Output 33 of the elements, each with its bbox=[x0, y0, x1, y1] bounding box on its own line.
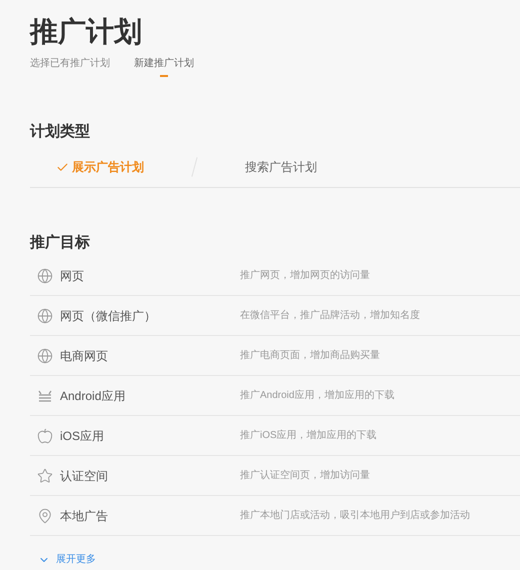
goal-row[interactable]: 认证空间 推广认证空间页，增加访问量 bbox=[30, 456, 520, 496]
goal-label: 网页 bbox=[60, 268, 85, 284]
goal-label: 电商网页 bbox=[60, 348, 109, 364]
goal-description: 推广本地门店或活动，吸引本地用户到店或参加活动 bbox=[240, 508, 470, 523]
plan-type-option[interactable]: 搜索广告计划 bbox=[245, 158, 317, 176]
goal-row[interactable]: iOS应用 推广iOS应用，增加应用的下载 bbox=[30, 416, 520, 456]
apple-icon bbox=[37, 428, 53, 444]
section-heading: 计划类型 bbox=[30, 122, 91, 142]
goal-description: 推广iOS应用，增加应用的下载 bbox=[240, 428, 377, 443]
section-heading: 推广目标 bbox=[30, 232, 91, 252]
globe-icon bbox=[37, 268, 53, 284]
goal-row[interactable]: 网页（微信推广） 在微信平台，推广品牌活动，增加知名度 bbox=[30, 296, 520, 336]
tab[interactable]: 新建推广计划 bbox=[134, 56, 194, 77]
star-icon bbox=[37, 468, 53, 484]
goal-row[interactable]: 电商网页 推广电商页面，增加商品购买量 bbox=[30, 336, 520, 376]
goal-label: 认证空间 bbox=[60, 468, 109, 484]
globe-icon bbox=[37, 308, 53, 324]
goal-row[interactable]: 网页 推广网页，增加网页的访问量 bbox=[30, 256, 520, 296]
goal-label: iOS应用 bbox=[60, 428, 106, 444]
check-icon bbox=[56, 160, 69, 174]
globe-icon bbox=[37, 348, 53, 364]
goal-row[interactable]: 本地广告 推广本地门店或活动，吸引本地用户到店或参加活动 bbox=[30, 496, 520, 536]
goal-row[interactable]: Android应用 推广Android应用，增加应用的下载 bbox=[30, 376, 520, 416]
goal-description: 推广网页，增加网页的访问量 bbox=[240, 268, 370, 283]
goal-label: 本地广告 bbox=[60, 508, 109, 524]
goal-description: 在微信平台，推广品牌活动，增加知名度 bbox=[240, 308, 420, 323]
goal-description: 推广认证空间页，增加访问量 bbox=[240, 468, 370, 483]
goal-label: 网页（微信推广） bbox=[60, 308, 157, 324]
page-title: 推广计划 bbox=[30, 15, 143, 49]
goal-description: 推广Android应用，增加应用的下载 bbox=[240, 388, 394, 403]
goal-description: 推广电商页面，增加商品购买量 bbox=[240, 348, 380, 363]
goal-label: Android应用 bbox=[60, 388, 126, 404]
map-pin-icon bbox=[37, 508, 53, 524]
